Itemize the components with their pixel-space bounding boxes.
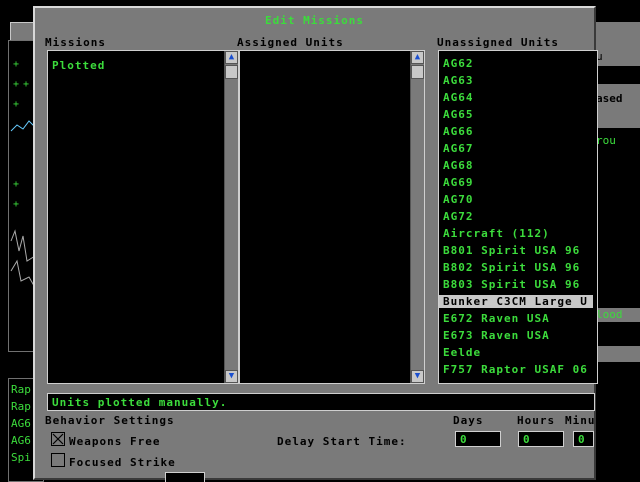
focused-strike-label[interactable]: Focused Strike (69, 456, 176, 469)
bg-right-text-1: ased (596, 92, 623, 105)
dialog-title: Edit Missions (264, 14, 365, 27)
unassigned-item[interactable]: AG67 (443, 142, 474, 155)
assigned-units-list[interactable]: ▲ ▼ (239, 50, 425, 384)
unassigned-item[interactable]: AG66 (443, 125, 474, 138)
scroll-up-arrow-icon[interactable]: ▲ (411, 51, 424, 64)
unassigned-item[interactable]: Aircraft (112) (443, 227, 550, 240)
hours-input[interactable]: 0 (518, 431, 564, 447)
days-input[interactable]: 0 (455, 431, 501, 447)
mission-item[interactable]: Plotted (52, 59, 105, 72)
days-value: 0 (460, 433, 467, 446)
unassigned-item[interactable]: E673 Raven USA (443, 329, 550, 342)
minutes-input[interactable]: 0 (573, 431, 594, 447)
weapons-free-label[interactable]: Weapons Free (69, 435, 160, 448)
unassigned-item[interactable]: E672 Raven USA (443, 312, 550, 325)
unassigned-item[interactable]: AG69 (443, 176, 474, 189)
scroll-down-arrow-icon[interactable]: ▼ (225, 370, 238, 383)
unassigned-units-list[interactable]: AG62 AG63 AG64 AG65 AG66 AG67 AG68 AG69 … (438, 50, 598, 384)
svg-text:+: + (13, 179, 19, 190)
bg-unit-3: AG6 (11, 434, 31, 447)
minutes-label: Minu (565, 414, 596, 427)
days-label: Days (453, 414, 484, 427)
unassigned-units-header: Unassigned Units (437, 36, 559, 49)
svg-text:+: + (13, 79, 19, 90)
checkbox-x-icon (52, 433, 64, 445)
unassigned-item-selected[interactable]: Bunker C3CM Large U (439, 295, 593, 308)
focused-strike-checkbox[interactable] (51, 453, 65, 467)
hours-label: Hours (517, 414, 556, 427)
background-right-panel: u ased rou lood (592, 22, 640, 480)
unassigned-item[interactable]: Eelde (443, 346, 481, 359)
missions-scrollbar[interactable]: ▲ ▼ (224, 51, 238, 383)
unassigned-item[interactable]: B801 Spirit USA 96 (443, 244, 580, 257)
assigned-scrollbar[interactable]: ▲ ▼ (410, 51, 424, 383)
bg-right-text-2: rou (596, 134, 616, 147)
unassigned-item[interactable]: F757 Raptor USAF 06 (443, 363, 588, 376)
assigned-units-header: Assigned Units (237, 36, 344, 49)
status-bar: Units plotted manually. (47, 393, 595, 411)
behavior-settings-header: Behavior Settings (45, 414, 175, 427)
unassigned-item[interactable]: AG68 (443, 159, 474, 172)
hours-value: 0 (523, 433, 530, 446)
bg-unit-1: Rap (11, 400, 31, 413)
missions-scroll-thumb[interactable] (225, 65, 238, 79)
bg-right-text-3: lood (596, 308, 623, 321)
minutes-value: 0 (578, 433, 585, 446)
scroll-down-arrow-icon[interactable]: ▼ (411, 370, 424, 383)
background-dropdown[interactable] (10, 22, 34, 42)
unassigned-item[interactable]: AG62 (443, 57, 474, 70)
missions-header: Missions (45, 36, 106, 49)
hidden-field[interactable] (165, 472, 205, 482)
assigned-scroll-thumb[interactable] (411, 65, 424, 79)
bg-unit-2: AG6 (11, 417, 31, 430)
status-text: Units plotted manually. (52, 396, 228, 409)
unassigned-item[interactable]: B802 Spirit USA 96 (443, 261, 580, 274)
unassigned-item[interactable]: AG63 (443, 74, 474, 87)
unassigned-item[interactable]: AG70 (443, 193, 474, 206)
svg-text:+: + (13, 99, 19, 110)
unassigned-item[interactable]: B803 Spirit USA 96 (443, 278, 580, 291)
edit-missions-dialog: Edit Missions Missions Assigned Units Un… (33, 6, 598, 482)
svg-text:+: + (13, 59, 19, 70)
scroll-up-arrow-icon[interactable]: ▲ (225, 51, 238, 64)
svg-text:+: + (23, 79, 29, 90)
bg-unit-4: Spi (11, 451, 31, 464)
weapons-free-checkbox[interactable] (51, 432, 65, 446)
delay-start-label: Delay Start Time: (277, 435, 407, 448)
missions-list[interactable]: Plotted ▲ ▼ (47, 50, 239, 384)
unassigned-item[interactable]: AG72 (443, 210, 474, 223)
unassigned-item[interactable]: AG64 (443, 91, 474, 104)
bg-unit-0: Rap (11, 383, 31, 396)
svg-text:+: + (13, 199, 19, 210)
unassigned-item[interactable]: AG65 (443, 108, 474, 121)
